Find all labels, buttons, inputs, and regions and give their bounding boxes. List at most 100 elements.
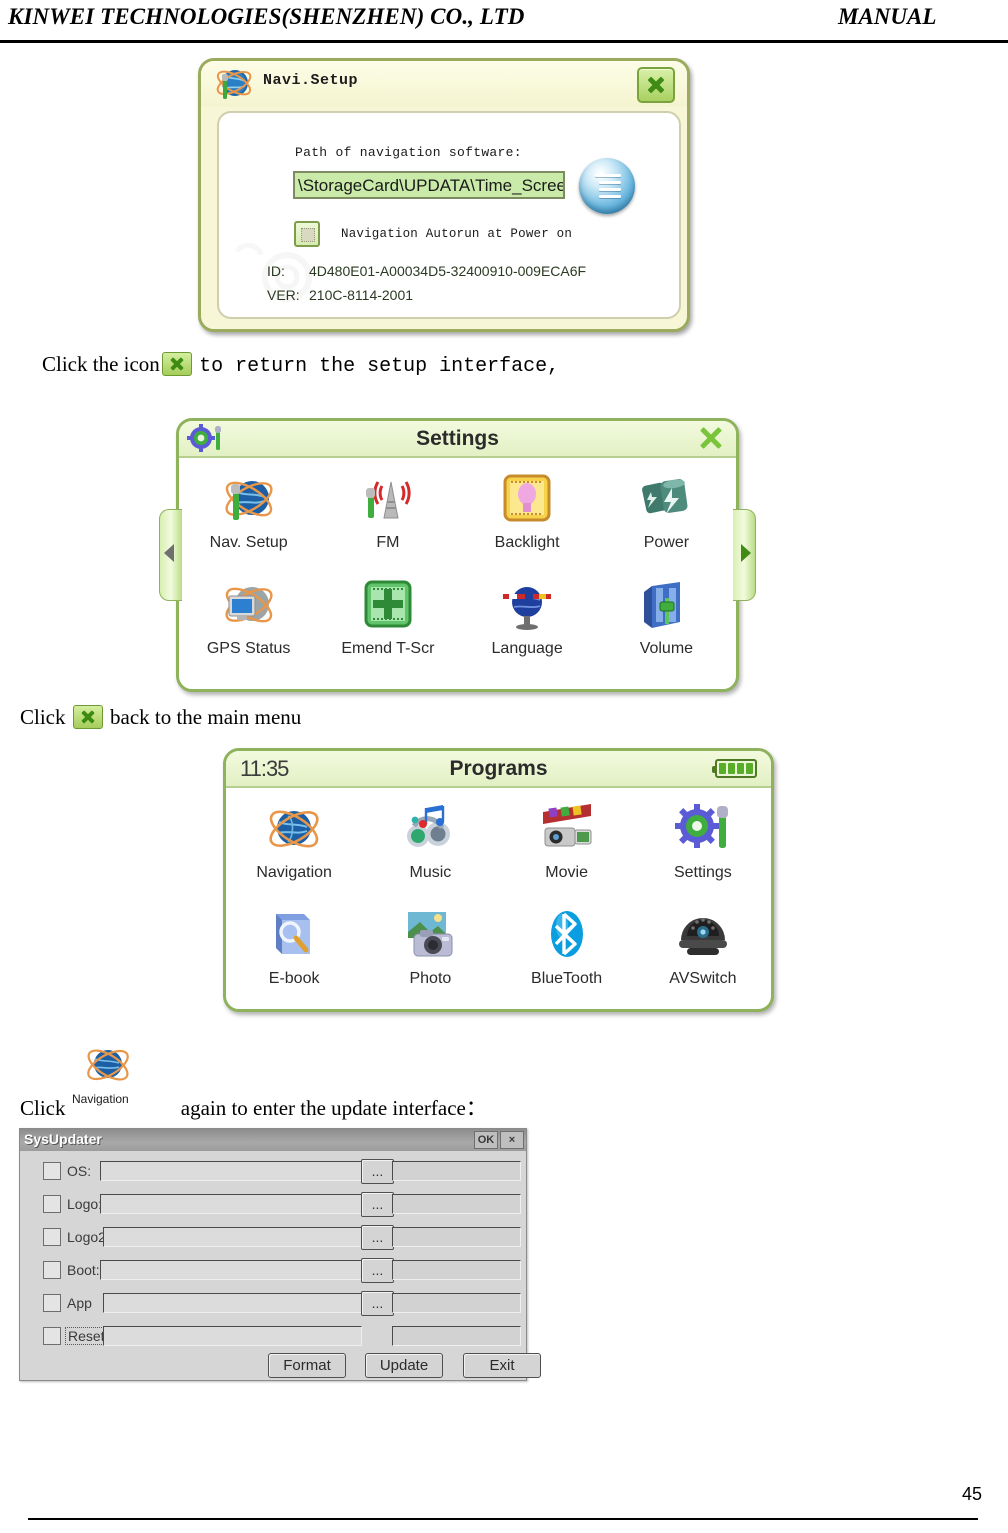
logo-status-field <box>392 1194 521 1214</box>
logo-checkbox[interactable] <box>43 1195 61 1213</box>
boot-browse-button[interactable]: ... <box>361 1258 394 1283</box>
bluetooth-icon <box>550 911 583 957</box>
logo2-checkbox[interactable] <box>43 1228 61 1246</box>
sysupdater-row-logo: Logo: ... <box>20 1192 526 1218</box>
programs-item-settings[interactable]: Settings <box>635 800 771 904</box>
logo2-input[interactable] <box>103 1227 362 1247</box>
settings-item-label: Volume <box>639 640 694 657</box>
programs-item-movie[interactable]: Movie <box>499 800 635 904</box>
settings-item-label: Power <box>643 534 690 551</box>
gear-wrench-icon <box>674 804 728 848</box>
settings-item-label: GPS Status <box>206 640 291 657</box>
settings-item-language[interactable]: Language <box>458 576 597 680</box>
device-id-key: ID: <box>267 263 285 279</box>
exit-button[interactable]: Exit <box>463 1353 541 1378</box>
ok-button[interactable]: OK <box>474 1131 498 1149</box>
os-browse-button[interactable]: ... <box>361 1159 394 1184</box>
boot-checkbox[interactable] <box>43 1261 61 1279</box>
instruction-line-3: Click again to enter the update interfac… <box>20 1092 487 1122</box>
header-divider <box>0 40 1008 43</box>
close-x-icon[interactable] <box>698 425 724 451</box>
logo-input[interactable] <box>100 1194 362 1214</box>
sysupdater-row-logo2: Logo2: ... <box>20 1225 526 1251</box>
globe-flags-icon <box>503 587 552 630</box>
logo-label: Logo: <box>67 1196 103 1212</box>
settings-item-volume[interactable]: Volume <box>597 576 736 680</box>
instruction-1-after: to return the setup interface, <box>199 355 560 378</box>
reset-status-field <box>392 1326 521 1346</box>
camera-photo-icon <box>408 912 453 957</box>
sysupdater-row-boot: Boot: ... <box>20 1258 526 1284</box>
programs-item-navigation[interactable]: Navigation <box>226 800 362 904</box>
close-x-icon[interactable] <box>637 67 675 103</box>
programs-item-label: Movie <box>545 864 588 881</box>
sysupdater-row-os: OS: ... <box>20 1159 526 1185</box>
programs-item-label: Settings <box>673 864 732 881</box>
settings-item-backlight[interactable]: Backlight <box>458 470 597 574</box>
app-browse-button[interactable]: ... <box>361 1291 394 1316</box>
programs-item-e-book[interactable]: E-book <box>226 906 362 1010</box>
programs-item-label: E-book <box>268 970 320 987</box>
sysupdater-titlebar: SysUpdater OK × <box>20 1129 526 1151</box>
sysupdater-window: SysUpdater OK × OS: ... Logo: ... Logo2:… <box>19 1128 541 1381</box>
app-label: App <box>67 1295 92 1311</box>
globe-orbit-icon <box>269 810 319 848</box>
next-page-button[interactable] <box>733 509 756 601</box>
volume-slider-icon <box>644 582 681 628</box>
settings-item-label: Nav. Setup <box>209 534 288 551</box>
battery-full-icon <box>712 759 757 778</box>
crosshair-icon <box>364 580 412 628</box>
close-x-icon <box>72 705 103 729</box>
boot-input[interactable] <box>100 1260 362 1280</box>
autorun-checkbox[interactable] <box>294 221 320 247</box>
path-label: Path of navigation software: <box>295 145 522 160</box>
os-checkbox[interactable] <box>43 1162 61 1180</box>
app-input[interactable] <box>103 1293 362 1313</box>
instruction-2-after: back to the main menu <box>110 705 302 729</box>
settings-item-label: Language <box>491 640 563 657</box>
logo2-browse-button[interactable]: ... <box>361 1225 394 1250</box>
document-type: MANUAL <box>838 4 937 29</box>
path-input[interactable]: \StorageCard\UPDATA\Time_ScreenCa <box>293 171 565 199</box>
reset-checkbox[interactable] <box>43 1327 61 1345</box>
os-label: OS: <box>67 1163 92 1179</box>
battery-bolt-icon <box>642 479 688 514</box>
book-magnifier-icon <box>276 914 311 954</box>
navi-setup-window: Navi.Setup Path of navigation software: … <box>198 58 690 332</box>
logo-browse-button[interactable]: ... <box>361 1192 394 1217</box>
dome-camera-icon <box>678 918 727 955</box>
settings-item-label: Backlight <box>494 534 560 551</box>
programs-icon-grid: Navigation Music Movie Settings E-book P… <box>226 786 771 1010</box>
programs-item-avswitch[interactable]: AVSwitch <box>635 906 771 1010</box>
settings-window: Settings Nav. Setup FM Backlight Power G… <box>159 418 756 692</box>
programs-item-photo[interactable]: Photo <box>362 906 498 1010</box>
format-button[interactable]: Format <box>268 1353 346 1378</box>
autorun-label: Navigation Autorun at Power on <box>341 227 573 241</box>
sysupdater-row-app: App ... <box>20 1291 526 1317</box>
settings-item-gps-status[interactable]: GPS Status <box>179 576 318 680</box>
navi-setup-title: Navi.Setup <box>263 72 359 89</box>
chevron-right-icon <box>741 544 751 562</box>
update-button[interactable]: Update <box>365 1353 443 1378</box>
settings-item-nav-setup[interactable]: Nav. Setup <box>179 470 318 574</box>
settings-item-emend-tscr[interactable]: Emend T-Scr <box>318 576 457 680</box>
programs-item-label: BlueTooth <box>531 970 603 987</box>
device-ver-row: VER: 210C-8114-2001 <box>267 287 413 303</box>
programs-item-bluetooth[interactable]: BlueTooth <box>499 906 635 1010</box>
os-status-field <box>392 1161 521 1181</box>
app-checkbox[interactable] <box>43 1294 61 1312</box>
footer-divider <box>28 1518 978 1520</box>
reset-input[interactable] <box>103 1326 362 1346</box>
monitor-globe-icon <box>225 587 273 623</box>
settings-item-power[interactable]: Power <box>597 470 736 574</box>
sysupdater-row-reset: Reset <box>20 1324 526 1350</box>
settings-title: Settings <box>416 427 499 450</box>
close-button[interactable]: × <box>500 1131 524 1149</box>
browse-button[interactable] <box>579 158 635 214</box>
programs-item-music[interactable]: Music <box>362 800 498 904</box>
settings-item-fm[interactable]: FM <box>318 470 457 574</box>
close-x-icon <box>161 352 192 376</box>
programs-item-label: Photo <box>409 970 452 987</box>
instruction-1-before: Click the icon <box>42 352 160 376</box>
os-input[interactable] <box>100 1161 362 1181</box>
